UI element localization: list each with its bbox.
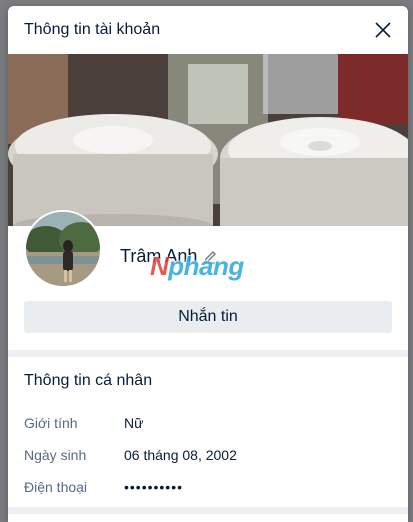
close-icon <box>375 22 391 38</box>
section-divider <box>8 507 408 514</box>
info-value: 06 tháng 08, 2002 <box>124 447 237 463</box>
watermark-logo: Nphang <box>150 251 244 282</box>
info-label: Điện thoại <box>24 479 88 495</box>
message-button[interactable]: Nhắn tin <box>24 301 392 333</box>
personal-info-title: Thông tin cá nhân <box>24 372 153 389</box>
watermark-rest: phang <box>168 251 244 281</box>
section-divider <box>8 350 408 357</box>
profile-section: Trâm Anh Nphang Nhắn tin <box>8 210 408 350</box>
watermark-prefix: N <box>150 251 169 281</box>
cover-photo[interactable] <box>8 54 408 226</box>
info-value: Nữ <box>124 415 144 431</box>
account-info-modal: Thông tin tài khoản Trâm Anh Nphang Nhắn… <box>8 6 408 522</box>
info-row-gender: Giới tính Nữ <box>24 415 143 431</box>
modal-title: Thông tin tài khoản <box>24 21 161 38</box>
info-value: •••••••••• <box>124 479 184 495</box>
info-row-phone: Điện thoại •••••••••• <box>24 479 183 495</box>
personal-info-section: Thông tin cá nhân Giới tính Nữ Ngày sinh… <box>8 357 408 507</box>
close-button[interactable] <box>372 19 394 41</box>
avatar[interactable] <box>24 210 102 288</box>
info-label: Giới tính <box>24 415 78 431</box>
info-row-birthday: Ngày sinh 06 tháng 08, 2002 <box>24 447 237 463</box>
info-label: Ngày sinh <box>24 447 87 463</box>
modal-header: Thông tin tài khoản <box>8 6 408 54</box>
